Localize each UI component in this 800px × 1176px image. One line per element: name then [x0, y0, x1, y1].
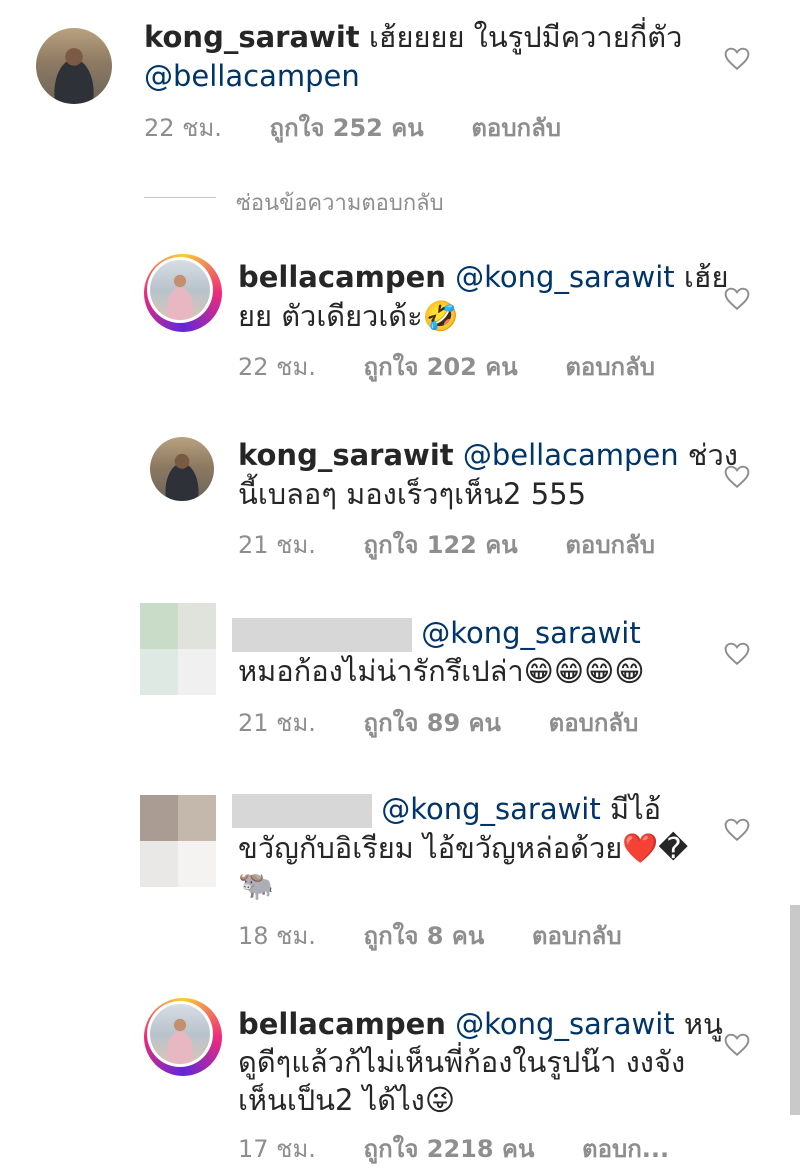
comment-6-reply-button[interactable]: ตอบก... — [582, 1135, 669, 1163]
comment-2-line2: ยย ตัวเดียวเด้ะ🤣 — [238, 299, 459, 333]
redacted-username — [232, 618, 412, 652]
divider-line — [144, 197, 216, 198]
comment-5-meta: 18 ชม. ถูกใจ 8 คน ตอบกลับ — [238, 916, 622, 955]
comment-5-line1: @kong_sarawit มีไอ้ — [232, 790, 661, 828]
avatar-kong-sarawit[interactable] — [36, 28, 112, 104]
comment-6-time: 17 ชม. — [238, 1135, 316, 1163]
comment-2-username[interactable]: bellacampen — [238, 260, 446, 294]
comment-2-reply-button[interactable]: ตอบกลับ — [565, 353, 655, 381]
comment-2-mention[interactable]: @kong_sarawit — [455, 260, 675, 294]
comment-4-line1: @kong_sarawit — [232, 614, 641, 652]
comment-6-text-tail: หนู — [674, 1007, 723, 1041]
comment-1-time: 22 ชม. — [144, 114, 222, 142]
comment-6-line1: bellacampen @kong_sarawit หนู — [238, 1005, 723, 1043]
comment-5-mention[interactable]: @kong_sarawit — [381, 792, 601, 826]
comment-6-likes[interactable]: ถูกใจ 2218 คน — [364, 1135, 535, 1163]
comment-4-mention[interactable]: @kong_sarawit — [421, 616, 641, 650]
comment-3-line2: นี้เบลอๆ มองเร็วๆเห็น2 555 — [238, 477, 587, 511]
comment-6-mention[interactable]: @kong_sarawit — [455, 1007, 675, 1041]
comment-6-line3: เห็นเป็น2 ได้ไง😜 — [238, 1083, 456, 1117]
comment-4-line2: หมอก้องไม่น่ารักรึเปล่า😁😁😁😁 — [238, 654, 645, 688]
avatar-photo — [150, 260, 210, 320]
redacted-username — [232, 794, 372, 828]
avatar-bellacampen[interactable] — [144, 998, 222, 1076]
comment-4-reply-button[interactable]: ตอบกลับ — [549, 709, 639, 737]
comment-5-line2: ขวัญกับอิเรียม ไอ้ขวัญหล่อด้วย❤️� — [238, 829, 688, 867]
like-heart-icon[interactable] — [724, 642, 750, 666]
comment-1-meta: 22 ชม. ถูกใจ 252 คน ตอบกลับ — [144, 108, 561, 147]
avatar-bellacampen[interactable] — [144, 254, 222, 332]
comment-3-line1: kong_sarawit @bellacampen ช่วง — [238, 436, 738, 474]
comment-4-time: 21 ชม. — [238, 709, 316, 737]
like-heart-icon[interactable] — [724, 465, 750, 489]
avatar-photo — [150, 1004, 210, 1064]
comment-4-meta: 21 ชม. ถูกใจ 89 คน ตอบกลับ — [238, 703, 638, 742]
comment-1-mention[interactable]: @bellacampen — [144, 57, 360, 95]
comment-5-reply-button[interactable]: ตอบกลับ — [532, 922, 622, 950]
comment-3-username[interactable]: kong_sarawit — [238, 438, 454, 472]
avatar-redacted[interactable] — [140, 795, 216, 887]
comment-1-reply-button[interactable]: ตอบกลับ — [471, 114, 561, 142]
comment-3-likes[interactable]: ถูกใจ 122 คน — [364, 531, 518, 559]
comment-5-likes[interactable]: ถูกใจ 8 คน — [364, 922, 485, 950]
comment-5-line3: 🐃 — [238, 868, 275, 902]
comment-1-text: เฮ้ยยยย ในรูปมีควายกี่ตัว — [359, 20, 683, 54]
comment-5-missing-glyph: � — [658, 831, 689, 865]
comment-2-line1: bellacampen @kong_sarawit เฮ้ย — [238, 258, 729, 296]
comment-6-username[interactable]: bellacampen — [238, 1007, 446, 1041]
scrollbar[interactable] — [790, 905, 800, 1115]
comment-2-meta: 22 ชม. ถูกใจ 202 คน ตอบกลับ — [238, 347, 655, 386]
like-heart-icon[interactable] — [724, 287, 750, 311]
comment-1-likes[interactable]: ถูกใจ 252 คน — [270, 114, 424, 142]
comment-6-line2: ดูดีๆแล้วก้ไม่เห็นพี่ก้องในรูปน๊า งงจัง — [238, 1045, 686, 1079]
comment-2-likes[interactable]: ถูกใจ 202 คน — [364, 353, 518, 381]
avatar-kong-sarawit[interactable] — [150, 437, 214, 501]
comment-3-meta: 21 ชม. ถูกใจ 122 คน ตอบกลับ — [238, 525, 655, 564]
comment-3-reply-button[interactable]: ตอบกลับ — [565, 531, 655, 559]
comment-4-likes[interactable]: ถูกใจ 89 คน — [364, 709, 501, 737]
comment-5-text-tail: มีไอ้ — [600, 792, 662, 826]
comment-6-meta: 17 ชม. ถูกใจ 2218 คน ตอบก... — [238, 1129, 669, 1168]
hide-replies-label[interactable]: ซ่อนข้อความตอบกลับ — [236, 185, 444, 220]
comment-2-text-tail: เฮ้ย — [674, 260, 729, 294]
comment-3-mention[interactable]: @bellacampen — [463, 438, 679, 472]
comment-1-username[interactable]: kong_sarawit — [144, 20, 360, 54]
comment-2-time: 22 ชม. — [238, 353, 316, 381]
comment-5-time: 18 ชม. — [238, 922, 316, 950]
comment-1-line1: kong_sarawit เฮ้ยยยย ในรูปมีควายกี่ตัว — [144, 18, 682, 56]
like-heart-icon[interactable] — [724, 1033, 750, 1057]
avatar-redacted[interactable] — [140, 603, 216, 695]
comment-5-text: ขวัญกับอิเรียม ไอ้ขวัญหล่อด้วย❤️ — [238, 831, 659, 865]
comment-3-time: 21 ชม. — [238, 531, 316, 559]
like-heart-icon[interactable] — [724, 47, 750, 71]
like-heart-icon[interactable] — [724, 818, 750, 842]
